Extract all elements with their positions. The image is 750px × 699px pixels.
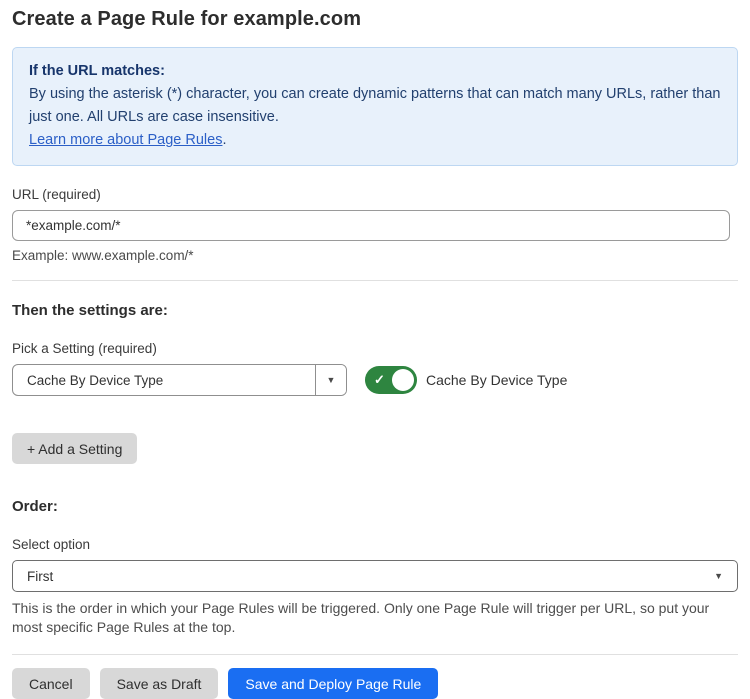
caret-down-icon: ▼ [327, 376, 336, 385]
cancel-button[interactable]: Cancel [12, 668, 90, 699]
settings-section-heading: Then the settings are: [12, 302, 738, 319]
url-example-text: Example: www.example.com/* [12, 248, 738, 263]
footer-actions: Cancel Save as Draft Save and Deploy Pag… [12, 668, 738, 699]
caret-down-icon: ▼ [714, 572, 723, 581]
toggle-label: Cache By Device Type [426, 372, 567, 388]
dropdown-arrow-button[interactable]: ▼ [315, 365, 346, 395]
url-input[interactable] [12, 210, 730, 241]
info-box-heading: If the URL matches: [29, 60, 721, 83]
setting-dropdown-value: Cache By Device Type [13, 365, 315, 395]
learn-more-link[interactable]: Learn more about Page Rules [29, 132, 222, 148]
save-deploy-button[interactable]: Save and Deploy Page Rule [228, 668, 438, 699]
setting-row: Cache By Device Type ▼ ✓ Cache By Device… [12, 364, 738, 396]
setting-toggle[interactable]: ✓ [365, 366, 417, 394]
order-section-heading: Order: [12, 498, 738, 515]
info-box-link-line: Learn more about Page Rules. [29, 129, 721, 152]
setting-picker-label: Pick a Setting (required) [12, 341, 738, 356]
divider [12, 280, 738, 281]
save-draft-button[interactable]: Save as Draft [100, 668, 219, 699]
url-label: URL (required) [12, 187, 738, 202]
check-icon: ✓ [374, 372, 385, 388]
order-select-value: First [27, 569, 714, 584]
toggle-knob [392, 369, 414, 391]
order-select-label: Select option [12, 537, 738, 552]
page-title: Create a Page Rule for example.com [12, 8, 738, 31]
divider [12, 654, 738, 655]
link-suffix: . [222, 132, 226, 148]
setting-dropdown[interactable]: Cache By Device Type ▼ [12, 364, 347, 396]
order-select[interactable]: First ▼ [12, 560, 738, 592]
add-setting-button[interactable]: + Add a Setting [12, 433, 137, 464]
order-help-text: This is the order in which your Page Rul… [12, 599, 732, 637]
url-match-info-box: If the URL matches: By using the asteris… [12, 47, 738, 166]
create-page-rule-form: Create a Page Rule for example.com If th… [0, 0, 750, 699]
info-box-body: By using the asterisk (*) character, you… [29, 83, 721, 129]
